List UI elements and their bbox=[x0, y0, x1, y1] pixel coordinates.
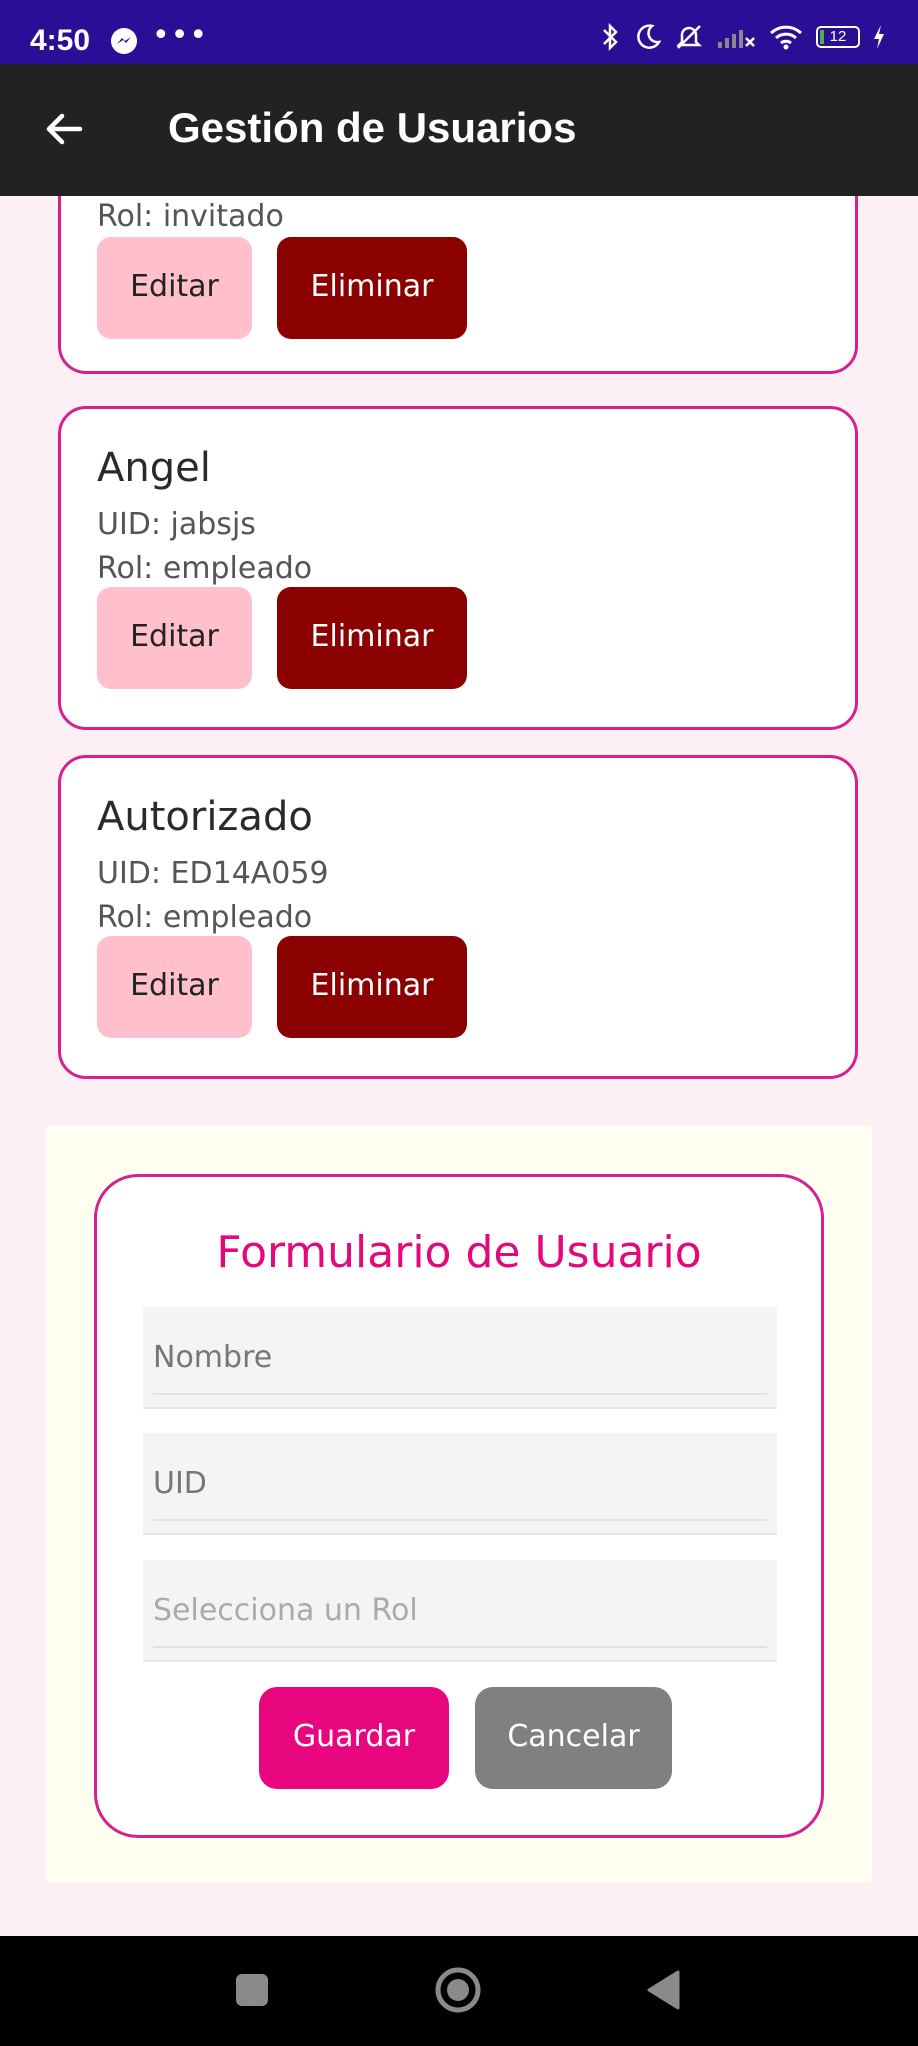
edit-button[interactable]: Editar bbox=[97, 237, 252, 339]
back-triangle-icon[interactable] bbox=[646, 1970, 680, 2010]
bell-off-icon bbox=[675, 25, 703, 49]
uid-input[interactable] bbox=[143, 1433, 777, 1533]
wifi-icon bbox=[769, 25, 803, 50]
app-bar: Gestión de Usuarios bbox=[0, 64, 918, 196]
status-bar: 4:50 ••• 12 bbox=[0, 0, 918, 64]
back-arrow-icon[interactable] bbox=[40, 104, 90, 154]
edit-button[interactable]: Editar bbox=[97, 587, 252, 689]
form-title: Formulario de Usuario bbox=[216, 1227, 702, 1278]
status-icons: 12 bbox=[600, 22, 886, 52]
signal-icon bbox=[718, 30, 755, 48]
user-role: Rol: empleado bbox=[97, 551, 313, 586]
status-time: 4:50 bbox=[30, 24, 91, 57]
user-form-container: Formulario de Usuario Guardar Cancelar bbox=[46, 1126, 872, 1882]
user-role: Rol: empleado bbox=[97, 900, 313, 935]
user-name: Angel bbox=[97, 445, 211, 491]
user-card: Autorizado UID: ED14A059 Rol: empleado E… bbox=[58, 755, 858, 1079]
system-nav-bar bbox=[0, 1936, 918, 2046]
user-role: Rol: invitado bbox=[97, 199, 284, 234]
page-title: Gestión de Usuarios bbox=[168, 104, 577, 151]
battery-icon: 12 bbox=[816, 26, 860, 48]
cancel-button[interactable]: Cancelar bbox=[475, 1687, 672, 1789]
save-button[interactable]: Guardar bbox=[259, 1687, 449, 1789]
role-select-input[interactable] bbox=[143, 1560, 777, 1660]
uid-field[interactable] bbox=[143, 1433, 777, 1535]
name-field[interactable] bbox=[143, 1307, 777, 1409]
charging-icon bbox=[874, 25, 884, 49]
recent-apps-icon[interactable] bbox=[236, 1974, 268, 2006]
home-icon[interactable] bbox=[434, 1966, 482, 2014]
user-card: Rol: invitado Editar Eliminar bbox=[58, 196, 858, 374]
user-uid: UID: ED14A059 bbox=[97, 856, 329, 891]
name-input[interactable] bbox=[143, 1307, 777, 1407]
delete-button[interactable]: Eliminar bbox=[277, 237, 467, 339]
user-list[interactable]: Rol: invitado Editar Eliminar Angel UID:… bbox=[0, 196, 918, 1936]
role-select[interactable] bbox=[143, 1560, 777, 1662]
delete-button[interactable]: Eliminar bbox=[277, 936, 467, 1038]
messenger-icon bbox=[111, 28, 137, 54]
edit-button[interactable]: Editar bbox=[97, 936, 252, 1038]
user-name: Autorizado bbox=[97, 794, 313, 840]
bluetooth-icon bbox=[603, 22, 618, 52]
delete-button[interactable]: Eliminar bbox=[277, 587, 467, 689]
battery-level: 12 bbox=[829, 28, 847, 45]
more-notifications-icon: ••• bbox=[152, 18, 209, 53]
user-uid: UID: jabsjs bbox=[97, 507, 256, 542]
user-form: Formulario de Usuario Guardar Cancelar bbox=[94, 1174, 824, 1838]
moon-icon bbox=[637, 24, 662, 49]
user-card: Angel UID: jabsjs Rol: empleado Editar E… bbox=[58, 406, 858, 730]
